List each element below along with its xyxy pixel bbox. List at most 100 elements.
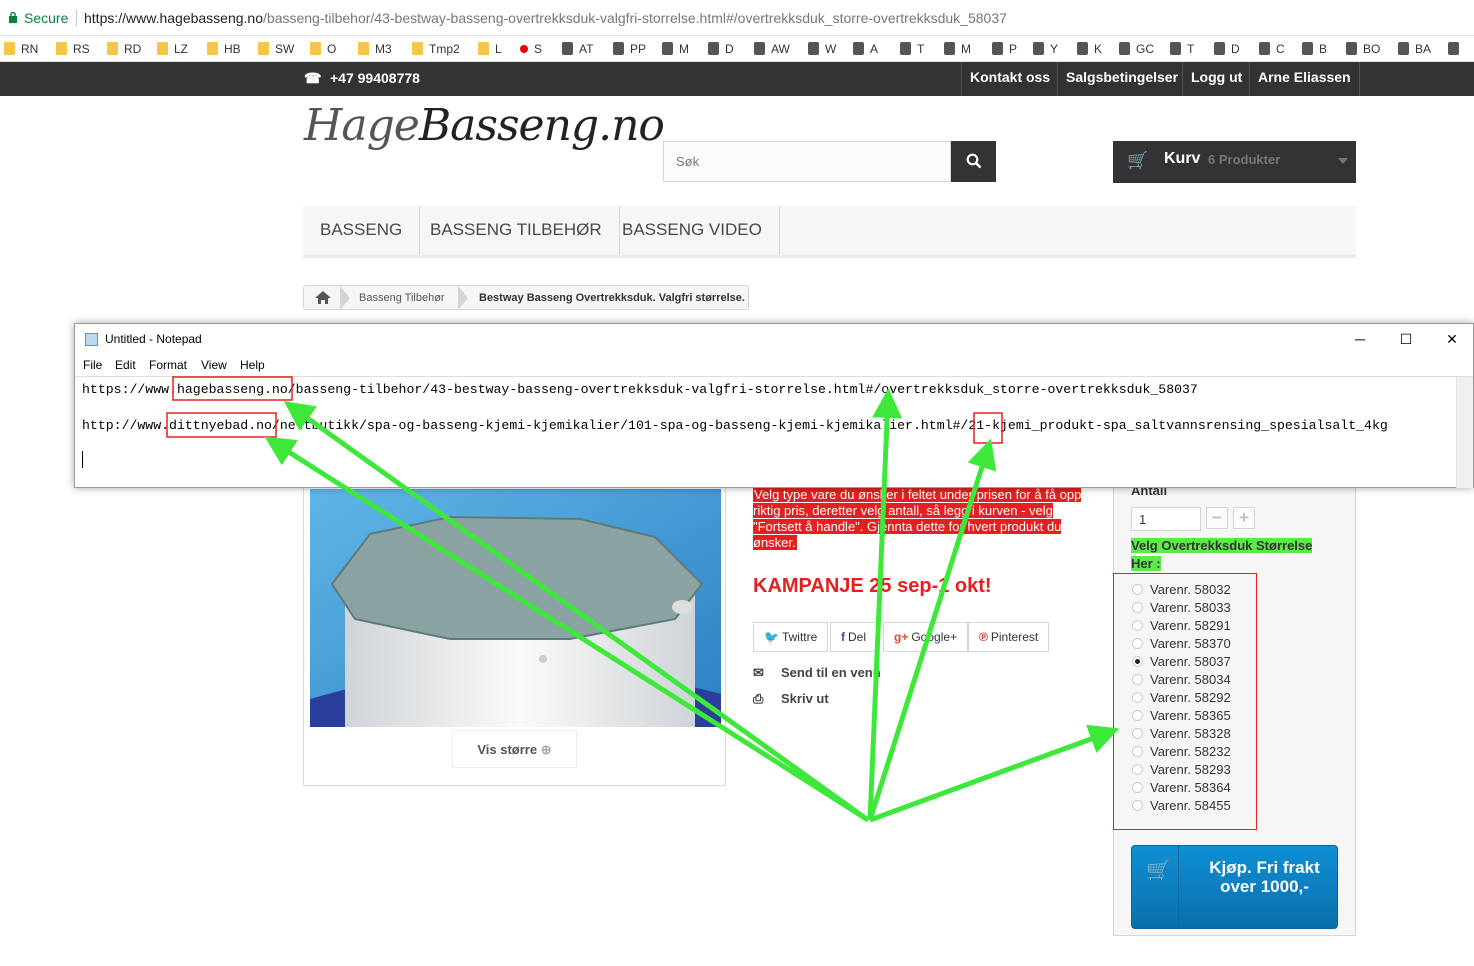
share-facebook-button[interactable]: f Del [830,622,878,652]
quantity-decrease-button[interactable]: − [1206,507,1228,529]
bookmark-item[interactable]: T [1170,41,1194,57]
terms-link[interactable]: Salgsbetingelser [1057,62,1186,96]
bookmark-item[interactable]: RS [56,41,90,57]
google-plus-icon: g+ [894,630,909,644]
close-button[interactable]: ✕ [1429,324,1474,354]
logo-part-1: Hage [304,100,420,151]
bookmark-label: Y [1050,42,1059,56]
notepad-window[interactable]: Untitled - Notepad ─ ☐ ✕ File Edit Forma… [74,323,1474,488]
menu-help[interactable]: Help [240,354,265,376]
bookmark-item[interactable]: HB [207,41,241,57]
bookmark-item[interactable]: BO [1346,41,1380,57]
maximize-button[interactable]: ☐ [1383,324,1429,354]
bookmark-item[interactable]: GC [1119,41,1154,57]
bookmark-item[interactable]: W [808,41,836,57]
bookmark-item[interactable]: LZ [157,41,188,57]
vis-storre-button[interactable]: Vis større ⊕ [452,730,577,768]
bookmark-item[interactable]: B [1302,41,1327,57]
share-twitter-button[interactable]: 🐦 Twittre [753,622,829,652]
bookmark-item[interactable]: PP [613,41,646,57]
bookmark-item[interactable]: C [1259,41,1285,57]
notepad-text-area[interactable]: https://www.hagebasseng.no/basseng-tilbe… [75,376,1473,488]
variant-option-label: Varenr. 58032 [1150,582,1231,597]
phone-number[interactable]: ☎ +47 99408778 [304,70,420,87]
buy-button[interactable]: 🛒 Kjøp. Fri frakt over 1000,- [1131,845,1338,929]
send-to-friend-link[interactable]: ✉ Send til en venn [753,665,881,681]
bookmark-item[interactable]: D [708,41,734,57]
radio-button[interactable] [1132,728,1143,739]
menu-item-basseng-video[interactable]: BASSENG VIDEO [605,206,780,255]
radio-button[interactable] [1132,656,1143,667]
bookmark-item[interactable]: BA [1398,41,1431,57]
cart-icon: 🛒 [1146,860,1171,882]
search-button[interactable] [951,141,996,182]
menu-edit[interactable]: Edit [115,354,136,376]
logout-link[interactable]: Logg ut [1182,62,1250,96]
bookmark-item[interactable]: K [1077,41,1102,57]
radio-button[interactable] [1132,782,1143,793]
bookmark-item[interactable]: AT [562,41,593,57]
contact-link[interactable]: Kontakt oss [961,62,1058,96]
minimize-button[interactable]: ─ [1337,324,1383,354]
radio-button[interactable] [1132,620,1143,631]
browser-address-bar[interactable]: Secure https://www.hagebasseng.no/bassen… [0,0,1474,36]
bookmark-item[interactable] [1448,41,1465,57]
bookmark-item[interactable]: M [944,41,971,57]
vertical-scrollbar[interactable] [1456,377,1473,488]
printer-icon: ⎙ [753,691,764,706]
bookmark-item[interactable]: SW [258,41,294,57]
radio-button[interactable] [1132,584,1143,595]
variant-label-text: Velg Overtrekksduk Størrelse Her : [1131,538,1313,571]
bookmark-item[interactable]: Tmp2 [412,41,460,57]
site-logo[interactable]: HageBasseng.no [304,100,665,151]
radio-button[interactable] [1132,800,1143,811]
search-input[interactable] [663,141,951,182]
radio-button[interactable] [1132,692,1143,703]
logo-part-2: Basseng.no [418,100,665,151]
bookmark-item[interactable]: AW [754,41,790,57]
menu-format[interactable]: Format [149,354,187,376]
radio-button[interactable] [1132,710,1143,721]
radio-button[interactable] [1132,674,1143,685]
share-google-button[interactable]: g+ Google+ [883,622,969,652]
notepad-menubar: File Edit Format View Help [75,354,1473,376]
radio-button[interactable] [1132,746,1143,757]
bookmark-item[interactable]: D [1214,41,1240,57]
print-link[interactable]: ⎙ Skriv ut [753,691,829,707]
menu-item-basseng-tilbehor[interactable]: BASSENG TILBEHØR [413,206,620,255]
cart-icon: 🛒 [1127,151,1149,170]
send-to-friend-label: Send til en venn [781,665,881,680]
cart-button[interactable]: 🛒 Kurv 6 Produkter [1113,141,1356,183]
home-icon[interactable] [314,290,332,305]
notepad-titlebar[interactable]: Untitled - Notepad ─ ☐ ✕ [75,324,1473,354]
text-line-1: https://www.hagebasseng.no/basseng-tilbe… [82,382,1198,397]
bookmark-item[interactable]: M [662,41,689,57]
radio-button[interactable] [1132,602,1143,613]
folder-icon [478,42,489,55]
bookmark-item[interactable]: O [310,41,336,57]
menu-item-basseng[interactable]: BASSENG [303,206,421,255]
share-pinterest-button[interactable]: ℗ Pinterest [968,622,1050,652]
bookmark-item[interactable]: A [853,41,878,57]
address-url[interactable]: https://www.hagebasseng.no/basseng-tilbe… [84,0,1007,36]
bookmark-item[interactable]: S [520,41,542,57]
menu-view[interactable]: View [201,354,227,376]
quantity-increase-button[interactable]: + [1233,507,1255,529]
breadcrumb-category[interactable]: Basseng Tilbehør [359,292,445,304]
bookmark-item[interactable]: Y [1033,41,1058,57]
bookmark-item[interactable]: P [992,41,1017,57]
account-link[interactable]: Arne Eliassen [1249,62,1360,96]
radio-button[interactable] [1132,638,1143,649]
menu-file[interactable]: File [83,354,102,376]
variant-radio-group: Varenr. 58032 Varenr. 58033 Varenr. 58291 V… [1113,573,1257,830]
radio-button[interactable] [1132,764,1143,775]
bookmark-item[interactable]: T [900,41,924,57]
bookmark-item[interactable]: RN [4,41,38,57]
phone-icon: ☎ [304,70,322,86]
person-icon [1346,42,1357,55]
bookmark-item[interactable]: L [478,41,502,57]
bookmark-item[interactable]: M3 [358,41,392,57]
quantity-input[interactable] [1131,507,1201,531]
pinwheel-icon [992,42,1003,55]
bookmark-item[interactable]: RD [107,41,141,57]
